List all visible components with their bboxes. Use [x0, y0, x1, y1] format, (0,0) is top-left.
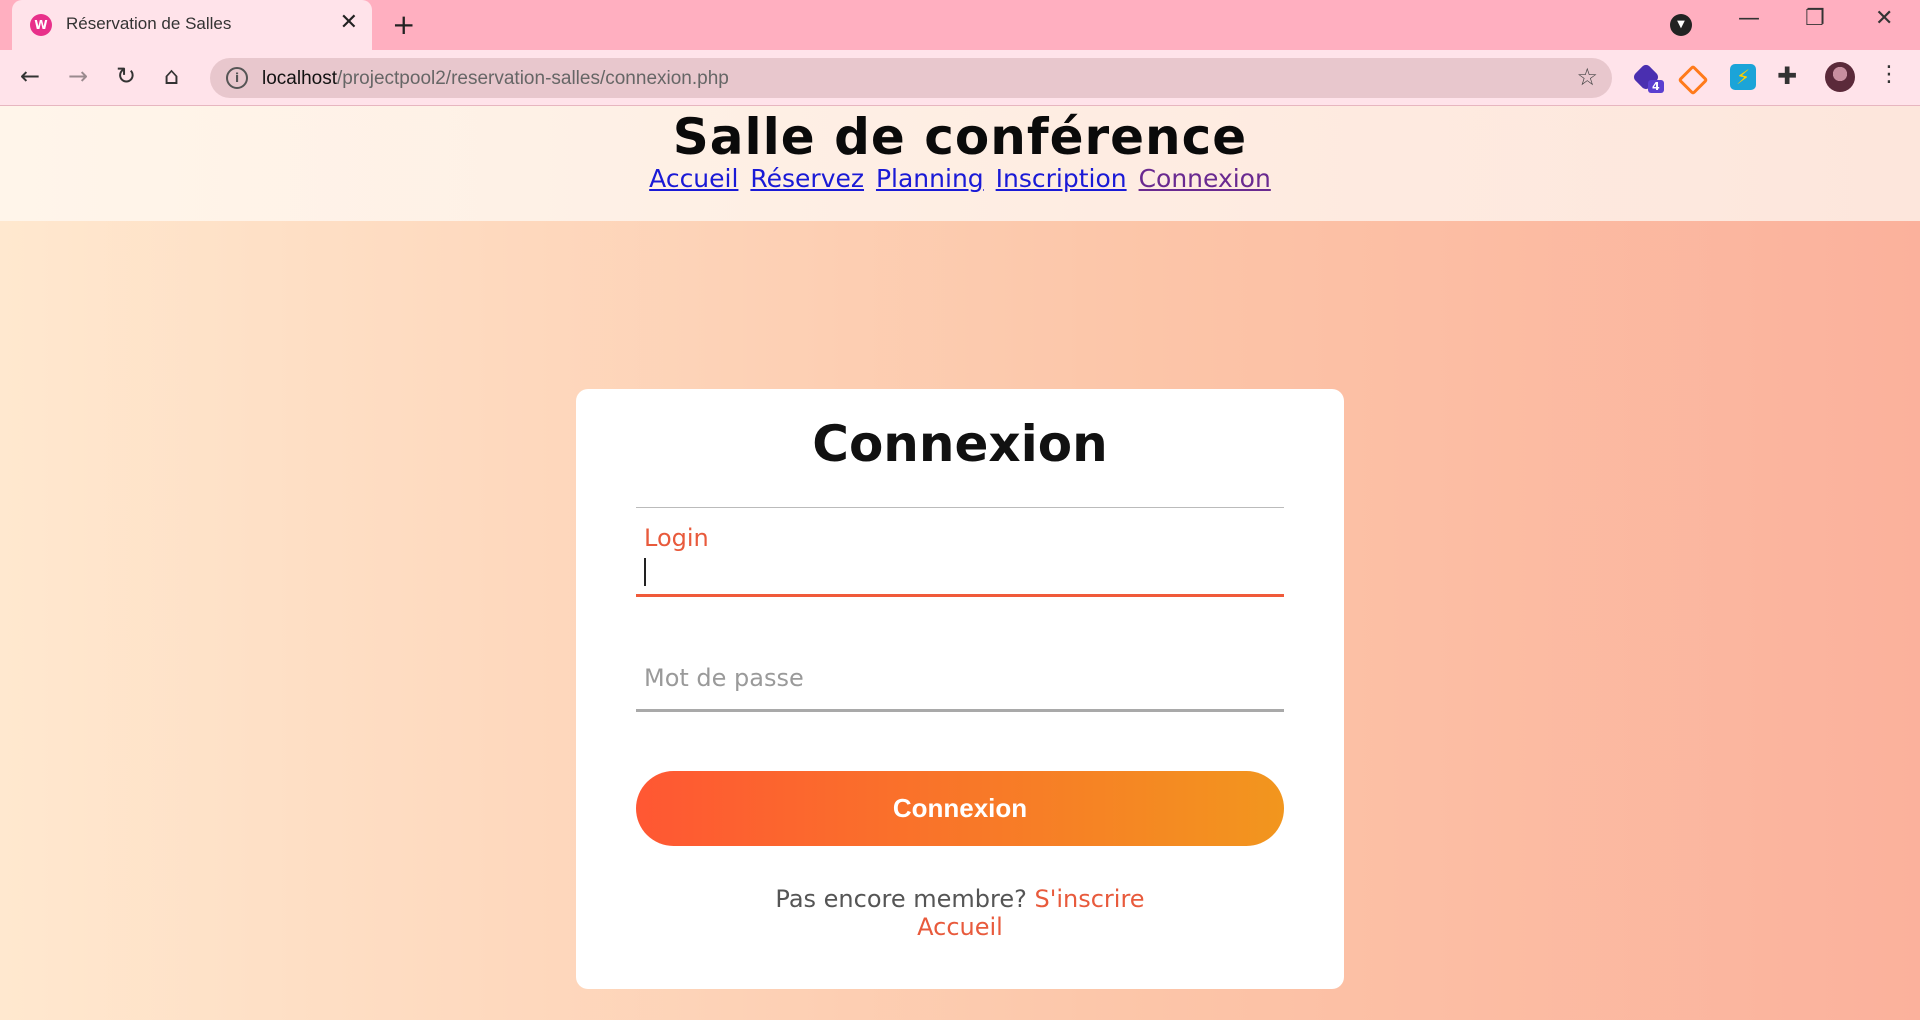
reload-icon[interactable]: ↻ — [116, 62, 136, 90]
nav-link-inscription[interactable]: Inscription — [996, 164, 1127, 193]
connexion-button[interactable]: Connexion — [636, 771, 1284, 846]
url-text[interactable]: localhost/projectpool2/reservation-salle… — [262, 68, 729, 90]
address-bar[interactable]: i localhost/projectpool2/reservation-sal… — [210, 58, 1612, 98]
signup-prompt: Pas encore membre? — [775, 885, 1027, 913]
close-tab-icon[interactable]: ✕ — [340, 10, 358, 35]
back-icon[interactable]: ← — [20, 62, 40, 90]
close-window-icon[interactable]: ✕ — [1875, 6, 1893, 31]
site-favicon-icon: W — [30, 14, 52, 36]
tab-search-icon[interactable]: ▼ — [1670, 14, 1692, 36]
browser-menu-icon[interactable]: ⋮ — [1878, 62, 1900, 87]
tab-strip: W Réservation de Salles ✕ + ▼ — ❐ ✕ — [0, 0, 1920, 50]
restore-icon[interactable]: ❐ — [1805, 6, 1825, 31]
profile-avatar[interactable] — [1825, 62, 1855, 92]
divider — [636, 507, 1284, 508]
password-field[interactable]: Mot de passe — [636, 639, 1284, 712]
form-heading: Connexion — [812, 415, 1108, 473]
nav-link-accueil[interactable]: Accueil — [649, 164, 738, 193]
nav-link-connexion[interactable]: Connexion — [1139, 164, 1271, 193]
form-footer: Pas encore membre? S'inscrire Accueil — [576, 885, 1344, 941]
minimize-icon[interactable]: — — [1738, 6, 1760, 31]
signup-link[interactable]: S'inscrire — [1035, 885, 1145, 913]
extensions-puzzle-icon[interactable]: ✚ — [1777, 62, 1803, 90]
text-cursor — [644, 558, 646, 586]
forward-icon[interactable]: → — [68, 62, 88, 90]
site-header: Salle de conférence Accueil Réservez Pla… — [0, 106, 1920, 221]
extension-bolt-icon[interactable]: ⚡ — [1730, 64, 1756, 90]
password-placeholder: Mot de passe — [644, 664, 804, 692]
browser-tab[interactable]: W Réservation de Salles ✕ — [12, 0, 372, 50]
site-info-icon[interactable]: i — [226, 67, 248, 89]
extension-badge: 4 — [1648, 80, 1664, 93]
login-label: Login — [644, 524, 709, 552]
site-title: Salle de conférence — [672, 108, 1248, 166]
bookmark-star-icon[interactable]: ☆ — [1576, 63, 1598, 91]
nav-link-planning[interactable]: Planning — [876, 164, 984, 193]
home-icon[interactable]: ⌂ — [164, 62, 179, 90]
main-nav: Accueil Réservez Planning Inscription Co… — [0, 164, 1920, 193]
login-field[interactable]: Login — [636, 524, 1284, 597]
login-card: Connexion Login Mot de passe Connexion P… — [576, 389, 1344, 989]
nav-link-reservez[interactable]: Réservez — [750, 164, 864, 193]
home-link[interactable]: Accueil — [917, 913, 1003, 941]
page-body: Salle de conférence Accueil Réservez Pla… — [0, 106, 1920, 1020]
tab-title: Réservation de Salles — [66, 14, 232, 33]
new-tab-icon[interactable]: + — [392, 8, 415, 41]
